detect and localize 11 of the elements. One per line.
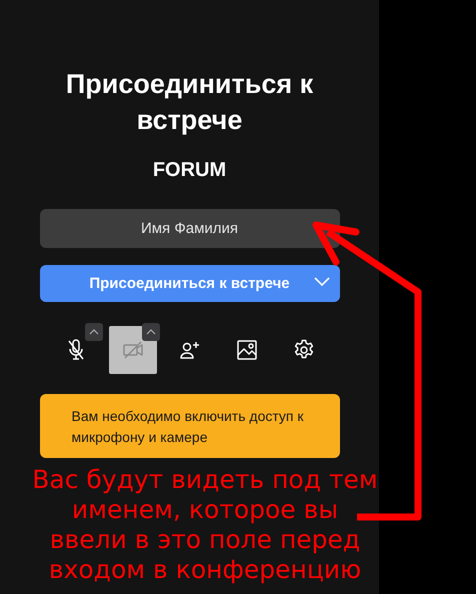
caret-icon <box>146 329 156 335</box>
options-menu-button[interactable] <box>84 323 102 341</box>
caret-icon <box>88 329 98 335</box>
options-menu-button[interactable] <box>142 323 160 341</box>
permission-warning: Вам необходимо включить доступ к микрофону и камере <box>40 394 340 458</box>
image-icon <box>234 338 258 362</box>
meeting-name: FORUM <box>152 159 226 182</box>
annotation-text: Вас будут видеть под тем именем, которое вы ввели в это поле перед входом в конференцию <box>31 465 379 585</box>
name-field[interactable]: Имя Фамилия <box>40 209 340 248</box>
page-title: Присоединиться к встрече <box>64 68 314 137</box>
caret-icon[interactable] <box>314 277 330 287</box>
